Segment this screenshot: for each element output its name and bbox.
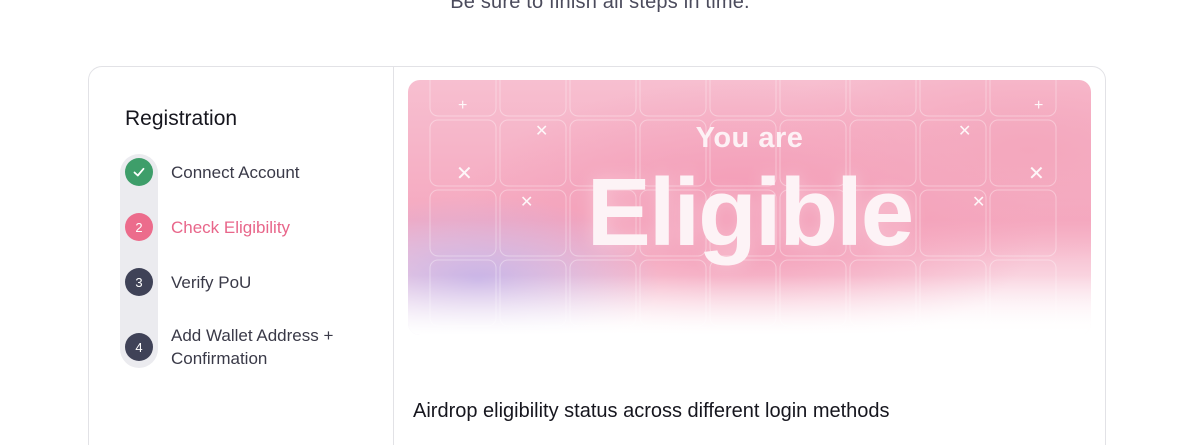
registration-title: Registration	[125, 107, 238, 130]
eligibility-status-heading: Airdrop eligibility status across differ…	[413, 400, 890, 422]
card-divider	[393, 67, 394, 445]
step-4-label-line1: Add Wallet Address +	[171, 326, 334, 345]
hero-big-text: Eligible	[586, 159, 914, 266]
sparkle-icon: +	[458, 97, 468, 114]
sparkle-icon: +	[1034, 97, 1044, 114]
check-icon	[133, 167, 145, 177]
step-4-label-line2: Confirmation	[171, 349, 268, 368]
step-2-label[interactable]: Check Eligibility	[171, 216, 290, 239]
step-1-label[interactable]: Connect Account	[171, 161, 300, 184]
hero-fade	[408, 275, 1091, 335]
step-4-label[interactable]: Add Wallet Address + Confirmation	[171, 324, 333, 370]
step-4-badge: 4	[125, 333, 153, 361]
step-3-label[interactable]: Verify PoU	[171, 271, 251, 294]
hero-small-text: You are	[695, 122, 804, 154]
step-3-badge: 3	[125, 268, 153, 296]
step-2-badge: 2	[125, 213, 153, 241]
step-1-completed-badge	[125, 158, 153, 186]
eligibility-hero-banner: + ✕ ✕ ✕ + ✕ ✕ ✕ You are Eligible	[408, 80, 1091, 335]
page-subtitle: Be sure to finish all steps in time.	[450, 0, 750, 13]
